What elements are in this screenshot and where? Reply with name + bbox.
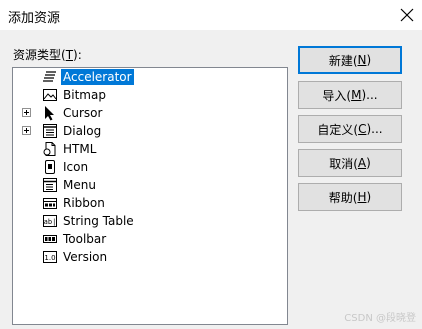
tree-item-label: Accelerator	[61, 69, 134, 85]
tree-item-label: Version	[63, 250, 108, 264]
close-icon	[400, 8, 414, 22]
icon-resource-icon	[42, 159, 58, 175]
help-button[interactable]: 帮助(H)	[298, 183, 402, 211]
tree-item-ribbon[interactable]: Ribbon	[13, 194, 287, 212]
custom-button[interactable]: 自定义(C)...	[298, 115, 402, 143]
tree-item-html[interactable]: HTML	[13, 140, 287, 158]
menu-icon	[42, 177, 58, 193]
tree-item-dialog[interactable]: Dialog	[13, 122, 287, 140]
dialog-title: 添加资源	[8, 11, 61, 26]
toolbar-icon	[42, 231, 58, 247]
add-resource-dialog: 添加资源 资源类型(T): Accelerator Bitmap Cursor …	[0, 0, 422, 329]
tree-item-label: Toolbar	[63, 232, 107, 246]
cursor-icon	[42, 105, 58, 121]
dialog-icon	[42, 123, 58, 139]
tree-item-icon[interactable]: Icon	[13, 158, 287, 176]
tree-item-label: Ribbon	[63, 196, 105, 210]
resource-type-tree[interactable]: Accelerator Bitmap Cursor Dialog HTML Ic…	[12, 67, 288, 325]
accelerator-icon	[42, 69, 58, 85]
bitmap-icon	[42, 87, 58, 103]
svg-text:1.0: 1.0	[44, 254, 55, 262]
watermark-text: CSDN @段晓登	[344, 313, 416, 324]
tree-item-label: Icon	[63, 160, 89, 174]
tree-item-string-table[interactable]: ab| String Table	[13, 212, 287, 230]
expand-toggle[interactable]	[22, 126, 31, 135]
tree-item-label: HTML	[63, 142, 97, 156]
string-table-icon: ab|	[42, 213, 58, 229]
ribbon-icon	[42, 195, 58, 211]
version-icon: 1.0	[42, 249, 58, 265]
tree-item-label: Menu	[63, 178, 96, 192]
tree-item-label: Cursor	[63, 106, 103, 120]
svg-text:ab|: ab|	[44, 218, 57, 226]
tree-item-toolbar[interactable]: Toolbar	[13, 230, 287, 248]
tree-item-bitmap[interactable]: Bitmap	[13, 86, 287, 104]
cancel-button[interactable]: 取消(A)	[298, 149, 402, 177]
html-icon	[42, 141, 58, 157]
expand-toggle[interactable]	[22, 108, 31, 117]
import-button[interactable]: 导入(M)...	[298, 81, 402, 109]
close-button[interactable]	[392, 0, 422, 30]
tree-item-label: Dialog	[63, 124, 102, 138]
tree-item-cursor[interactable]: Cursor	[13, 104, 287, 122]
resource-type-label: 资源类型(T):	[13, 48, 82, 62]
title-bar: 添加资源	[0, 0, 422, 30]
tree-item-label: String Table	[63, 214, 134, 228]
tree-item-accelerator[interactable]: Accelerator	[13, 68, 287, 86]
tree-item-version[interactable]: 1.0 Version	[13, 248, 287, 266]
tree-item-menu[interactable]: Menu	[13, 176, 287, 194]
tree-item-label: Bitmap	[63, 88, 106, 102]
new-button[interactable]: 新建(N)	[298, 46, 402, 74]
